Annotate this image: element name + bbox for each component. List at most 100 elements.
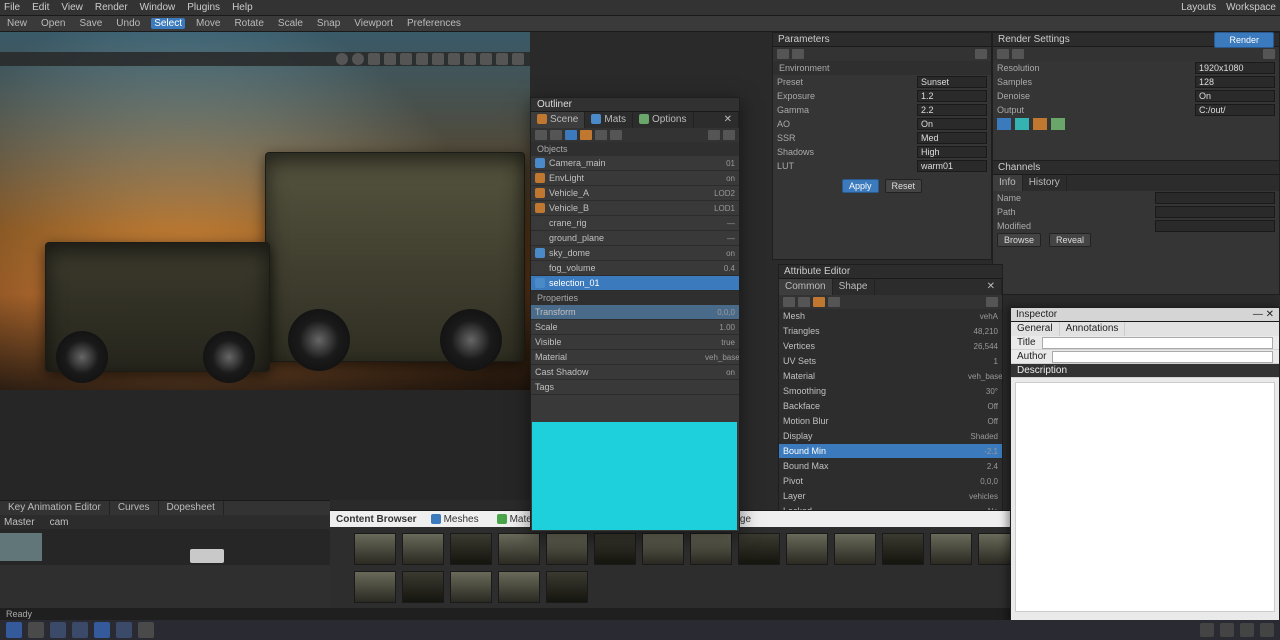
- queue-icon[interactable]: [1012, 49, 1024, 59]
- tool-select[interactable]: Select: [151, 18, 185, 29]
- reveal-button[interactable]: Reveal: [1049, 233, 1091, 247]
- asset-thumb[interactable]: [450, 533, 492, 565]
- reset-button[interactable]: Reset: [885, 179, 923, 193]
- grid-icon[interactable]: [368, 53, 380, 65]
- wireframe-icon[interactable]: [384, 53, 396, 65]
- asset-thumb[interactable]: [642, 533, 684, 565]
- timeline-clip[interactable]: [190, 549, 224, 563]
- attr-row[interactable]: UV Sets1: [779, 354, 1002, 369]
- timeline-tab-keys[interactable]: Key Animation Editor: [0, 501, 110, 515]
- timeline-track[interactable]: [0, 529, 330, 565]
- menu-icon[interactable]: [986, 297, 998, 307]
- attr-row[interactable]: BackfaceOff: [779, 399, 1002, 414]
- asset-thumb[interactable]: [930, 533, 972, 565]
- gizmo-icon[interactable]: [432, 53, 444, 65]
- param-row[interactable]: ShadowsHigh: [773, 145, 991, 159]
- tool-preferences[interactable]: Preferences: [404, 18, 464, 29]
- menu-plugins[interactable]: Plugins: [187, 2, 220, 13]
- render-row[interactable]: Resolution1920x1080: [993, 61, 1279, 75]
- render-row[interactable]: Samples128: [993, 75, 1279, 89]
- asset-thumb[interactable]: [594, 533, 636, 565]
- tool-snap[interactable]: Snap: [314, 18, 343, 29]
- prop-row[interactable]: Transform0,0,0: [531, 305, 739, 320]
- menu-render[interactable]: Render: [95, 2, 128, 13]
- menu-help[interactable]: Help: [232, 2, 253, 13]
- tool-scale[interactable]: Scale: [275, 18, 306, 29]
- attr-row[interactable]: Materialveh_base: [779, 369, 1002, 384]
- taskbar-terminal[interactable]: [138, 622, 154, 638]
- attr-row[interactable]: DisplayShaded: [779, 429, 1002, 444]
- collapse-icon[interactable]: [610, 130, 622, 140]
- viewport[interactable]: [0, 32, 530, 500]
- light-icon[interactable]: [352, 53, 364, 65]
- expand-icon[interactable]: [595, 130, 607, 140]
- asset-thumb[interactable]: [402, 571, 444, 603]
- attr-row[interactable]: MeshvehA: [779, 309, 1002, 324]
- tool-viewport[interactable]: Viewport: [351, 18, 396, 29]
- preset-icon[interactable]: [997, 49, 1009, 59]
- render-row[interactable]: DenoiseOn: [993, 89, 1279, 103]
- asset-thumb[interactable]: [354, 571, 396, 603]
- timeline-tab-curves[interactable]: Curves: [110, 501, 159, 515]
- panel-close-icon[interactable]: ✕: [718, 112, 739, 128]
- tray-notifications-icon[interactable]: [1240, 623, 1254, 637]
- tool-undo[interactable]: Undo: [113, 18, 143, 29]
- title-input[interactable]: [1042, 337, 1273, 349]
- snap-icon[interactable]: [416, 53, 428, 65]
- attr-row[interactable]: Layervehicles: [779, 489, 1002, 504]
- graph-icon[interactable]: [828, 297, 840, 307]
- outliner-item[interactable]: Vehicle_BLOD1: [531, 201, 739, 216]
- close-icon[interactable]: ✕: [1266, 308, 1274, 321]
- channel-row[interactable]: Name: [993, 191, 1279, 205]
- menu-edit[interactable]: Edit: [32, 2, 49, 13]
- asset-thumb[interactable]: [498, 533, 540, 565]
- timeline-tab-dope[interactable]: Dopesheet: [159, 501, 224, 515]
- close-icon[interactable]: ✕: [981, 279, 1002, 295]
- settings-icon[interactable]: [512, 53, 524, 65]
- menu-view[interactable]: View: [61, 2, 83, 13]
- tray-network-icon[interactable]: [1200, 623, 1214, 637]
- gear-icon[interactable]: [708, 130, 720, 140]
- sort-icon[interactable]: [550, 130, 562, 140]
- tray-clock-icon[interactable]: [1260, 623, 1274, 637]
- tab-options[interactable]: Options: [633, 112, 693, 128]
- fullscreen-icon[interactable]: [496, 53, 508, 65]
- outliner-item[interactable]: EnvLighton: [531, 171, 739, 186]
- tab-general[interactable]: General: [1011, 322, 1060, 336]
- inspector-textarea[interactable]: [1015, 382, 1275, 612]
- asset-thumb[interactable]: [786, 533, 828, 565]
- channel-row[interactable]: Path: [993, 205, 1279, 219]
- lock-icon[interactable]: [580, 130, 592, 140]
- tool-open[interactable]: Open: [38, 18, 68, 29]
- attr-row[interactable]: Motion BlurOff: [779, 414, 1002, 429]
- timeline-segment[interactable]: [0, 533, 42, 561]
- asset-thumb[interactable]: [498, 571, 540, 603]
- history-icon[interactable]: [798, 297, 810, 307]
- attr-row[interactable]: Smoothing30°: [779, 384, 1002, 399]
- asset-thumb[interactable]: [690, 533, 732, 565]
- link-icon[interactable]: [783, 297, 795, 307]
- attr-row[interactable]: Bound Max2.4: [779, 459, 1002, 474]
- filter-icon[interactable]: [535, 130, 547, 140]
- camera-icon[interactable]: [336, 53, 348, 65]
- iso-icon[interactable]: [448, 53, 460, 65]
- taskbar-app[interactable]: [72, 622, 88, 638]
- tool-new[interactable]: New: [4, 18, 30, 29]
- tab-scene[interactable]: Scene: [531, 112, 585, 128]
- outliner-item[interactable]: ground_plane—: [531, 231, 739, 246]
- tool-rotate[interactable]: Rotate: [231, 18, 266, 29]
- show-icon[interactable]: [565, 130, 577, 140]
- asset-thumb[interactable]: [402, 533, 444, 565]
- asset-thumb[interactable]: [546, 571, 588, 603]
- swatch-icon[interactable]: [1015, 118, 1029, 130]
- param-row[interactable]: Exposure1.2: [773, 89, 991, 103]
- channel-row[interactable]: Modified: [993, 219, 1279, 233]
- outliner-item[interactable]: Camera_main01: [531, 156, 739, 171]
- param-row[interactable]: PresetSunset: [773, 75, 991, 89]
- taskbar-render[interactable]: [116, 622, 132, 638]
- outliner-item[interactable]: crane_rig—: [531, 216, 739, 231]
- outliner-item[interactable]: selection_01: [531, 276, 739, 291]
- tab-info[interactable]: Info: [993, 175, 1023, 191]
- tab-shape[interactable]: Shape: [833, 279, 875, 295]
- attr-row[interactable]: Triangles48,210: [779, 324, 1002, 339]
